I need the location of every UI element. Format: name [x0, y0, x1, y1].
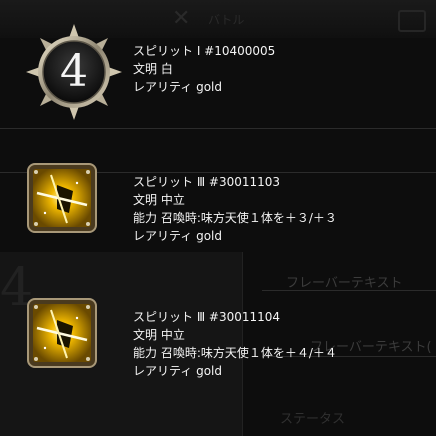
- crossed-swords-icon: ✕: [172, 6, 191, 31]
- divider: [262, 290, 436, 291]
- flavor-text-label: フレーバーテキスト: [286, 276, 403, 291]
- golden-angel-spirit-icon: [27, 163, 97, 233]
- spirit-civilization: 文明 中立: [133, 193, 185, 207]
- badge-number: 4: [60, 46, 88, 97]
- spirit-rarity: レアリティ gold: [133, 364, 223, 378]
- spirit-civilization: 文明 白: [133, 62, 173, 76]
- status-label: ステータス: [280, 412, 346, 427]
- spirit-info: スピリット Ⅲ #30011104 文明 中立 能力 召喚時:味方天使１体を＋４…: [133, 308, 337, 380]
- spirit-info: スピリット Ⅲ #30011103 文明 中立 能力 召喚時:味方天使１体を＋３…: [133, 173, 337, 245]
- spirit-civilization: 文明 中立: [133, 328, 185, 342]
- spirit-name: スピリット Ⅲ #30011103: [133, 175, 281, 189]
- spirit-info: スピリット Ⅰ #10400005 文明 白 レアリティ gold: [133, 42, 275, 96]
- spirit-ability: 能力 召喚時:味方天使１体を＋３/＋３: [133, 211, 337, 225]
- divider: [0, 128, 436, 129]
- shop-icon: [398, 10, 426, 32]
- spirit-rarity: レアリティ gold: [133, 229, 223, 243]
- spirit-name: スピリット Ⅲ #30011104: [133, 310, 281, 324]
- spirit-ability: 能力 召喚時:味方天使１体を＋４/＋４: [133, 346, 337, 360]
- spirit-name: スピリット Ⅰ #10400005: [133, 44, 276, 58]
- golden-angel-spirit-icon: [27, 298, 97, 368]
- battle-tab-label: バトル: [208, 13, 245, 27]
- spirit-rarity: レアリティ gold: [133, 80, 223, 94]
